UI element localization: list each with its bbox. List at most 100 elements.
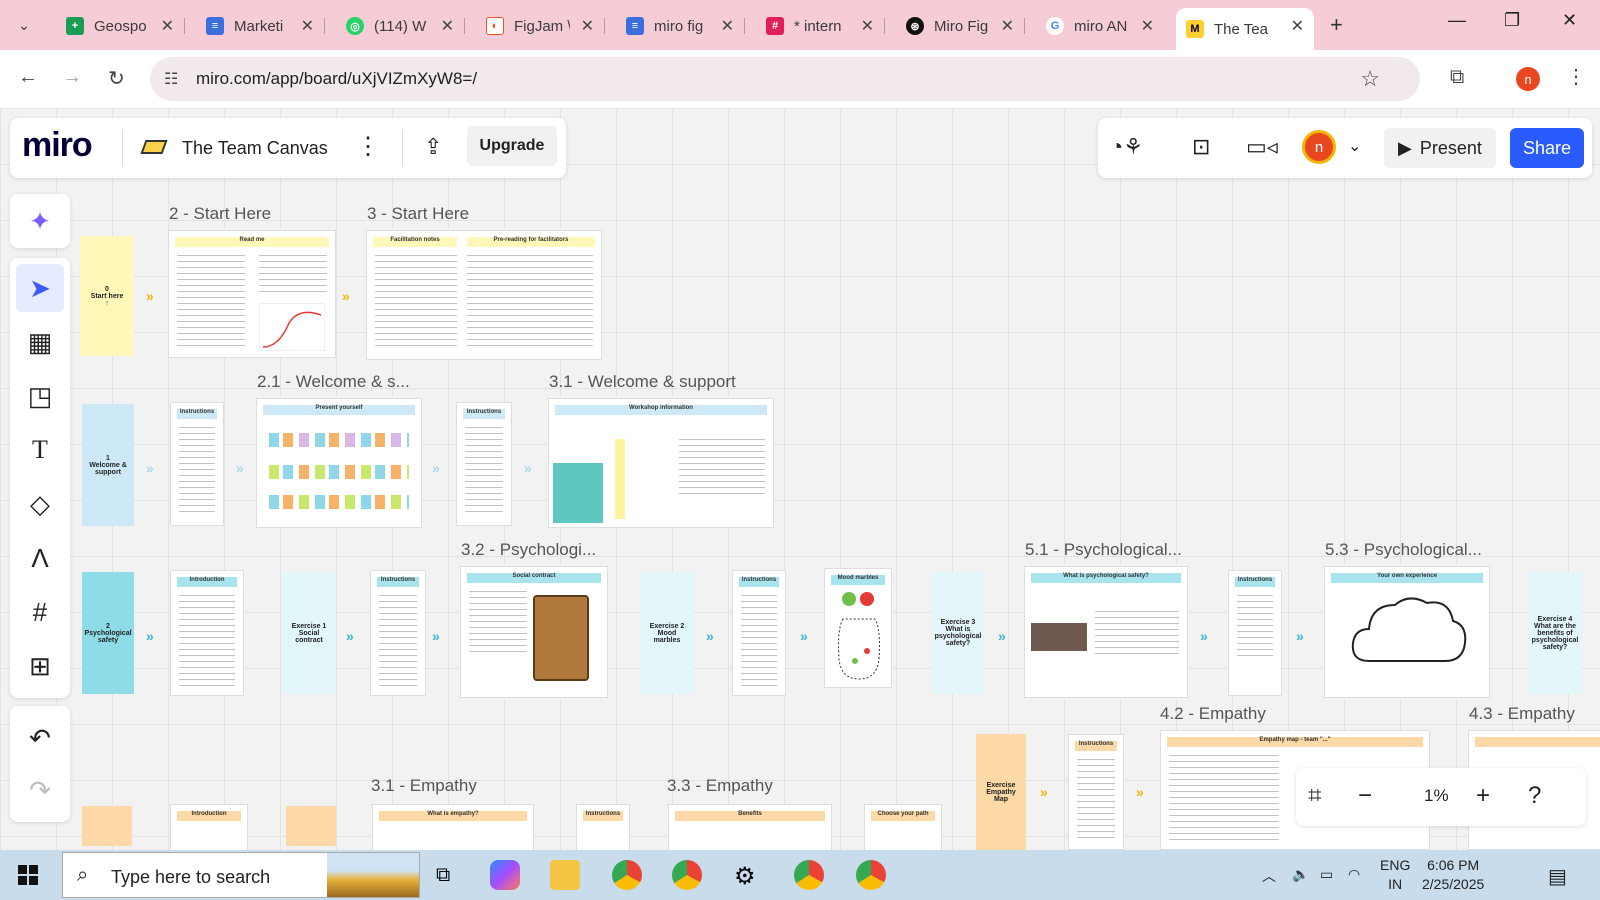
board-menu-icon[interactable]: ⋮ xyxy=(356,132,380,161)
text-tool-icon[interactable]: T xyxy=(16,426,64,474)
minimize-icon[interactable]: — xyxy=(1448,10,1466,31)
frame-read-me[interactable]: Read me xyxy=(168,230,336,358)
start-here-card[interactable]: 0 Start here ↑ xyxy=(80,236,134,356)
shapes-icon[interactable]: ◇ xyxy=(16,480,64,528)
new-tab-button[interactable]: + xyxy=(1330,12,1343,38)
chrome-profile-icon[interactable] xyxy=(856,860,886,890)
presentation-icon[interactable]: ⊡ xyxy=(1192,134,1210,160)
frame-social-contract[interactable]: Social contract xyxy=(460,566,608,698)
frame-instructions[interactable]: Instructions xyxy=(170,402,224,526)
frame-title[interactable]: 3.3 - Empathy xyxy=(667,776,773,796)
frame-what-is-empathy[interactable]: What is empathy? xyxy=(372,804,534,850)
close-icon[interactable]: ✕ xyxy=(1291,16,1304,36)
frame-introduction[interactable]: Introduction xyxy=(170,570,244,696)
chevron-down-icon[interactable]: ⌄ xyxy=(1348,136,1361,156)
share-button[interactable]: Share xyxy=(1510,128,1584,168)
chrome-profile-icon[interactable] xyxy=(672,860,702,890)
file-explorer-icon[interactable] xyxy=(550,860,580,890)
frame-icon[interactable]: # xyxy=(16,588,64,636)
bookmark-star-icon[interactable]: ☆ xyxy=(1360,66,1380,92)
close-icon[interactable]: ✕ xyxy=(1001,16,1014,36)
exercise-3-card[interactable]: Exercise 3 What is psychological safety? xyxy=(932,572,984,694)
welcome-card[interactable]: 1 Welcome & support xyxy=(82,404,134,526)
notifications-icon[interactable]: ▤ xyxy=(1548,864,1567,889)
frame-instructions[interactable]: Instructions xyxy=(456,402,512,526)
browser-tab[interactable]: ⊛ Miro Fig ✕ xyxy=(896,8,1025,44)
windows-start-icon[interactable] xyxy=(18,865,38,885)
help-icon[interactable]: ? xyxy=(1528,782,1541,810)
copilot-icon[interactable] xyxy=(490,860,520,890)
miro-logo[interactable]: miro xyxy=(22,126,93,165)
templates-icon[interactable]: ▦ xyxy=(16,318,64,366)
frame-title[interactable]: 4.3 - Empathy xyxy=(1469,704,1575,724)
tab-search-button[interactable]: ⌄ xyxy=(8,9,40,41)
reactions-icon[interactable]: ◔⚘ xyxy=(1110,134,1143,160)
chrome-icon[interactable] xyxy=(612,860,642,890)
frame-title[interactable]: 3 - Start Here xyxy=(367,204,469,224)
frame-own-experience[interactable]: Your own experience xyxy=(1324,566,1490,698)
user-avatar[interactable]: n xyxy=(1302,130,1336,164)
frame-what-is-ps[interactable]: What is psychological safety? xyxy=(1024,566,1188,698)
frame-workshop-info[interactable]: Workshop information xyxy=(548,398,774,528)
frame-title[interactable]: 3.1 - Empathy xyxy=(371,776,477,796)
empathy-card[interactable] xyxy=(82,806,132,846)
frame-title[interactable]: 5.3 - Psychological... xyxy=(1325,540,1482,560)
url-text[interactable]: miro.com/app/board/uXjVIZmXyW8=/ xyxy=(196,69,477,89)
pen-icon[interactable]: Ʌ xyxy=(16,534,64,582)
frame-instructions[interactable]: Instructions xyxy=(370,570,426,696)
frame-title[interactable]: 3.2 - Psychologi... xyxy=(461,540,596,560)
close-icon[interactable]: ✕ xyxy=(721,16,734,36)
empathy-map-card[interactable]: Exercise Empathy Map xyxy=(976,734,1026,850)
sticky-note-icon[interactable]: ◳ xyxy=(16,372,64,420)
frame-instructions[interactable]: Instructions xyxy=(732,570,786,696)
frame-title[interactable]: 3.1 - Welcome & support xyxy=(549,372,736,392)
browser-tab[interactable]: ◎ (114) W ✕ xyxy=(336,8,465,44)
frame-title[interactable]: 2 - Start Here xyxy=(169,204,271,224)
close-icon[interactable]: ✕ xyxy=(581,16,594,36)
restore-icon[interactable]: ❐ xyxy=(1504,10,1520,31)
frame-title[interactable]: 5.1 - Psychological... xyxy=(1025,540,1182,560)
exercise-2-card[interactable]: Exercise 2 Mood marbles xyxy=(640,572,694,694)
zoom-in-icon[interactable]: + xyxy=(1476,782,1490,810)
task-view-icon[interactable]: ⧉ xyxy=(436,864,450,887)
browser-tab[interactable]: ≡ miro fig ✕ xyxy=(616,8,745,44)
settings-gear-icon[interactable]: ⚙ xyxy=(734,862,756,891)
chevron-up-icon[interactable]: ︿ xyxy=(1262,866,1276,886)
ai-sparkle-icon[interactable]: ✦ xyxy=(16,197,64,245)
close-icon[interactable]: ✕ xyxy=(301,16,314,36)
window-close-icon[interactable]: ✕ xyxy=(1562,10,1577,31)
close-icon[interactable]: ✕ xyxy=(1141,16,1154,36)
close-icon[interactable]: ✕ xyxy=(441,16,454,36)
zoom-out-icon[interactable]: − xyxy=(1358,782,1372,810)
frame-instructions[interactable]: Instructions xyxy=(1068,734,1124,850)
frame-benefits[interactable]: Benefits xyxy=(668,804,832,850)
reload-icon[interactable]: ↻ xyxy=(108,66,125,91)
clock[interactable]: 6:06 PM 2/25/2025 xyxy=(1422,856,1484,894)
select-tool-icon[interactable]: ➤ xyxy=(16,264,64,312)
browser-menu-icon[interactable]: ⋮ xyxy=(1566,64,1586,89)
browser-tab[interactable]: ◐ FigJam \ ✕ xyxy=(476,8,605,44)
taskbar-search[interactable]: ⌕ Type here to search xyxy=(62,852,420,898)
battery-icon[interactable]: ▭ xyxy=(1320,866,1333,883)
exercise-1-card[interactable]: Exercise 1 Social contract xyxy=(282,572,336,694)
frame-facilitation[interactable]: Facilitation notes Pre-reading for facil… xyxy=(366,230,602,360)
address-bar[interactable]: ☷ miro.com/app/board/uXjVIZmXyW8=/ ☆ xyxy=(150,57,1420,101)
browser-tab-active[interactable]: M The Tea ✕ xyxy=(1176,8,1314,50)
extensions-icon[interactable]: ⧉ xyxy=(1450,66,1464,89)
browser-tab[interactable]: + Geospo ✕ xyxy=(56,8,185,44)
close-icon[interactable]: ✕ xyxy=(161,16,174,36)
browser-tab[interactable]: # * intern ✕ xyxy=(756,8,885,44)
export-icon[interactable]: ⇪ xyxy=(424,134,442,160)
frame-introduction[interactable]: Introduction xyxy=(170,804,248,850)
network-icon[interactable]: ◠ xyxy=(1348,866,1360,883)
browser-tab[interactable]: G miro AN ✕ xyxy=(1036,8,1164,44)
frame-mood-marbles[interactable]: Mood marbles xyxy=(824,568,892,688)
video-call-icon[interactable]: ▭◃ xyxy=(1246,134,1278,160)
psych-safety-card[interactable]: 2 Psychological safety xyxy=(82,572,134,694)
add-more-icon[interactable]: ⊞ xyxy=(16,642,64,690)
site-info-icon[interactable]: ☷ xyxy=(164,69,178,89)
volume-icon[interactable]: 🔈 xyxy=(1292,866,1309,883)
language-indicator[interactable]: ENG IN xyxy=(1380,856,1410,894)
frame-instructions[interactable]: Instructions xyxy=(1228,570,1282,696)
present-button[interactable]: ▶ Present xyxy=(1384,128,1496,168)
